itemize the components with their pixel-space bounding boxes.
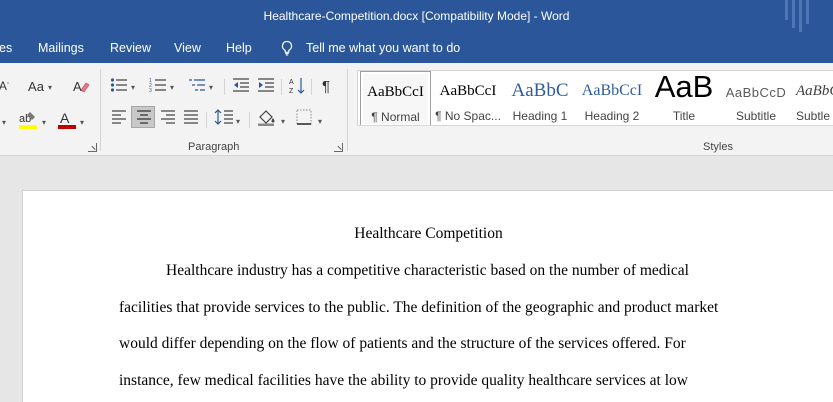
svg-text:Z: Z <box>289 88 294 95</box>
tab-view[interactable]: View <box>174 41 201 55</box>
style-no-spacing[interactable]: AaBbCcI ¶ No Spac... <box>432 71 504 125</box>
align-center-icon <box>137 110 151 124</box>
chevron-down-icon[interactable]: ▾ <box>80 118 84 127</box>
tab-review[interactable]: Review <box>110 41 151 55</box>
divider <box>249 112 250 128</box>
font-color-icon[interactable]: A <box>56 109 78 131</box>
document-canvas: Healthcare Competition Healthcare indust… <box>0 157 833 402</box>
style-name: ¶ Normal <box>371 110 420 124</box>
line-spacing-icon[interactable] <box>214 108 234 126</box>
style-title[interactable]: AaB Title <box>648 71 720 125</box>
style-preview: AaB <box>654 71 714 104</box>
divider <box>281 79 282 95</box>
align-left-icon[interactable] <box>111 110 127 124</box>
ribbon: Aˇ Aa ▾ A ▾ ab ▾ A ▾ ▾ 1 2 3 ▾ ▾ A Z ¶ ▾… <box>0 63 833 156</box>
svg-text:A: A <box>73 79 82 94</box>
lightbulb-icon[interactable] <box>280 40 294 56</box>
chevron-down-icon[interactable]: ▾ <box>131 83 135 92</box>
style-preview: AaBbCcI <box>439 83 497 99</box>
decorative-pattern-icon <box>783 0 813 32</box>
show-formatting-marks-icon[interactable]: ¶ <box>318 76 334 96</box>
style-name: Title <box>672 109 696 123</box>
chevron-down-icon[interactable]: ▾ <box>236 117 240 126</box>
chevron-down-icon[interactable]: ▾ <box>209 83 213 92</box>
bullets-icon[interactable] <box>110 77 128 93</box>
style-preview: AaBbCcI <box>367 84 424 100</box>
paragraph-group-label: Paragraph <box>188 141 240 153</box>
document-line: facilities that provide services to the … <box>119 299 719 316</box>
document-line: Healthcare industry has a competitive ch… <box>166 262 689 279</box>
font-dialog-launcher-icon[interactable] <box>88 143 97 152</box>
chevron-down-icon[interactable]: ▾ <box>2 118 6 127</box>
divider <box>224 79 225 95</box>
multilevel-list-icon[interactable] <box>188 77 206 93</box>
divider <box>311 79 312 95</box>
chevron-down-icon[interactable]: ▾ <box>281 117 285 126</box>
chevron-down-icon[interactable]: ▾ <box>318 117 322 126</box>
align-right-icon[interactable] <box>160 110 176 124</box>
document-line: instance, few medical facilities have th… <box>119 372 688 389</box>
window-title: Healthcare-Competition.docx [Compatibili… <box>263 9 570 23</box>
style-subtitle[interactable]: AaBbCcD Subtitle <box>720 71 792 125</box>
svg-text:3: 3 <box>149 88 152 93</box>
chevron-down-icon[interactable]: ▾ <box>170 83 174 92</box>
justify-icon[interactable] <box>183 110 199 124</box>
tab-help[interactable]: Help <box>226 41 252 55</box>
style-subtle-emphasis[interactable]: AaBbC Subtle E <box>792 71 833 125</box>
style-preview: AaBbC <box>796 83 833 99</box>
styles-group-label: Styles <box>703 141 733 153</box>
shading-icon[interactable] <box>257 108 277 126</box>
style-name: Heading 2 <box>584 109 640 123</box>
sort-icon[interactable]: A Z <box>289 76 305 96</box>
ribbon-tabs: es Mailings Review View Help Tell me wha… <box>0 33 833 63</box>
style-name: Subtitle <box>735 109 777 123</box>
group-separator <box>100 69 101 151</box>
svg-text:A: A <box>60 110 70 126</box>
document-title: Healthcare Competition <box>354 225 503 242</box>
title-bar: Healthcare-Competition.docx [Compatibili… <box>0 0 833 33</box>
style-name: Heading 1 <box>512 109 568 123</box>
chevron-down-icon[interactable]: ▾ <box>42 118 46 127</box>
highlight-color-icon[interactable]: ab <box>16 109 40 131</box>
numbering-icon[interactable]: 1 2 3 <box>149 77 167 93</box>
style-preview: AaBbCcD <box>725 85 787 100</box>
decrease-indent-icon[interactable] <box>232 77 250 93</box>
svg-text:A: A <box>289 79 294 86</box>
chevron-down-icon[interactable]: ▾ <box>48 83 52 92</box>
style-heading-1[interactable]: AaBbC Heading 1 <box>504 71 576 125</box>
change-case-label: Aa <box>28 78 44 94</box>
change-case-button[interactable]: Aa <box>25 77 47 95</box>
style-heading-2[interactable]: AaBbCcI Heading 2 <box>576 71 648 125</box>
style-preview: AaBbC <box>511 80 569 101</box>
clear-formatting-icon[interactable]: A <box>72 78 90 94</box>
style-normal[interactable]: AaBbCcI ¶ Normal <box>360 71 431 125</box>
style-name: ¶ No Spac... <box>435 109 501 123</box>
tell-me-search[interactable]: Tell me what you want to do <box>306 41 460 55</box>
font-size-down-icon[interactable]: Aˇ <box>0 78 10 94</box>
tab-references[interactable]: es <box>0 41 12 55</box>
document-page[interactable]: Healthcare Competition Healthcare indust… <box>22 190 833 402</box>
divider <box>206 112 207 128</box>
style-name: Subtle E <box>796 109 833 123</box>
group-separator <box>347 69 348 151</box>
borders-icon[interactable] <box>296 109 312 125</box>
tab-mailings[interactable]: Mailings <box>38 41 84 55</box>
styles-gallery: AaBbCcI ¶ Normal AaBbCcI ¶ No Spac... Aa… <box>357 70 833 126</box>
increase-indent-icon[interactable] <box>257 77 275 93</box>
style-preview: AaBbCcI <box>581 82 643 99</box>
align-center-button[interactable] <box>131 106 155 128</box>
paragraph-dialog-launcher-icon[interactable] <box>334 143 343 152</box>
document-line: would differ depending on the flow of pa… <box>119 335 686 352</box>
